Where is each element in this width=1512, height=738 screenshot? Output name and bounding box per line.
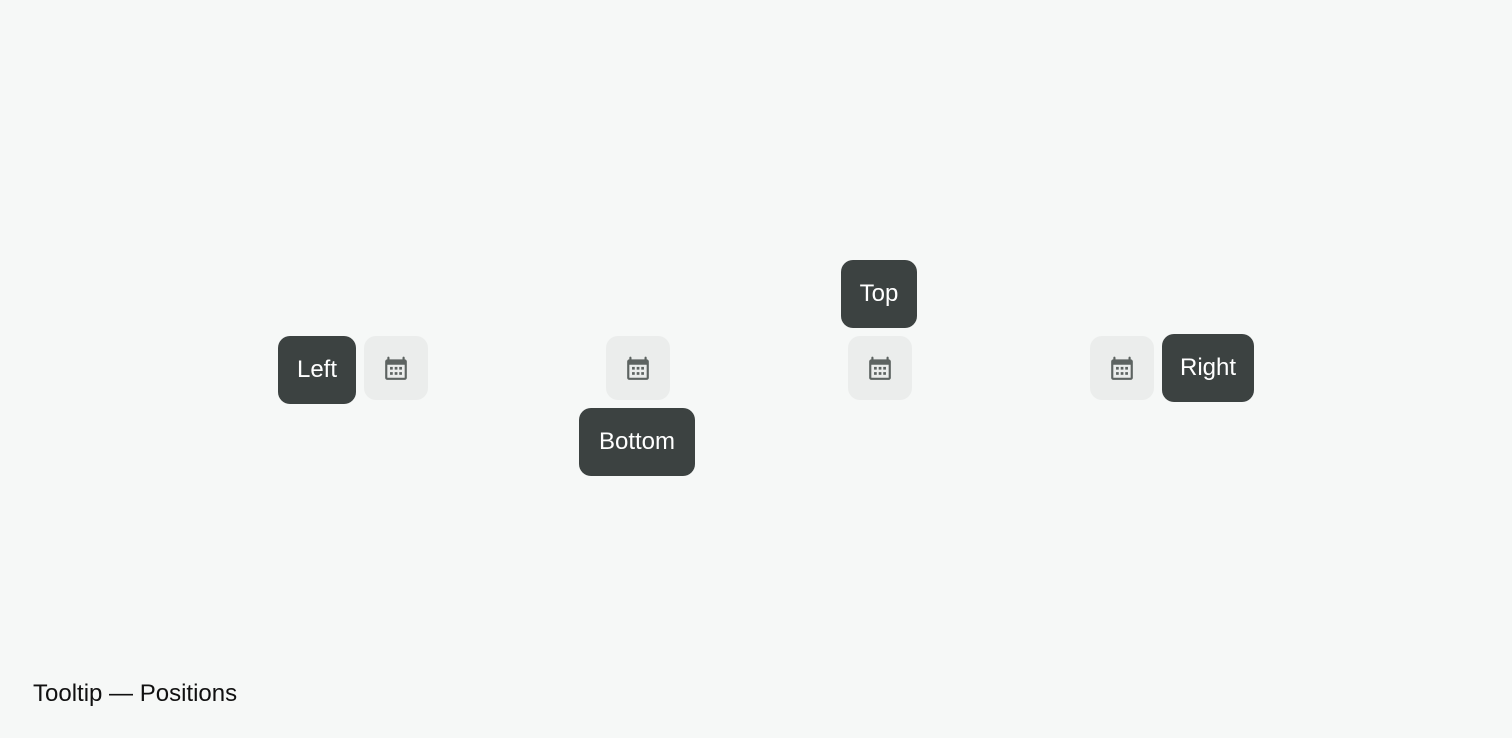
calendar-icon	[627, 356, 649, 380]
calendar-button-bottom[interactable]	[606, 336, 670, 400]
calendar-button-top[interactable]	[848, 336, 912, 400]
canvas: Left Bottom Top Right Tooltip — Position…	[0, 0, 1512, 738]
calendar-icon	[1111, 356, 1133, 380]
page-caption: Tooltip — Positions	[33, 680, 238, 707]
tooltip-bottom: Bottom	[579, 408, 695, 476]
tooltip-right: Right	[1162, 334, 1254, 402]
calendar-button-left[interactable]	[364, 336, 428, 400]
calendar-icon	[385, 356, 407, 380]
tooltip-top: Top	[841, 260, 917, 328]
tooltip-left: Left	[278, 336, 356, 404]
calendar-icon	[869, 356, 891, 380]
calendar-button-right[interactable]	[1090, 336, 1154, 400]
